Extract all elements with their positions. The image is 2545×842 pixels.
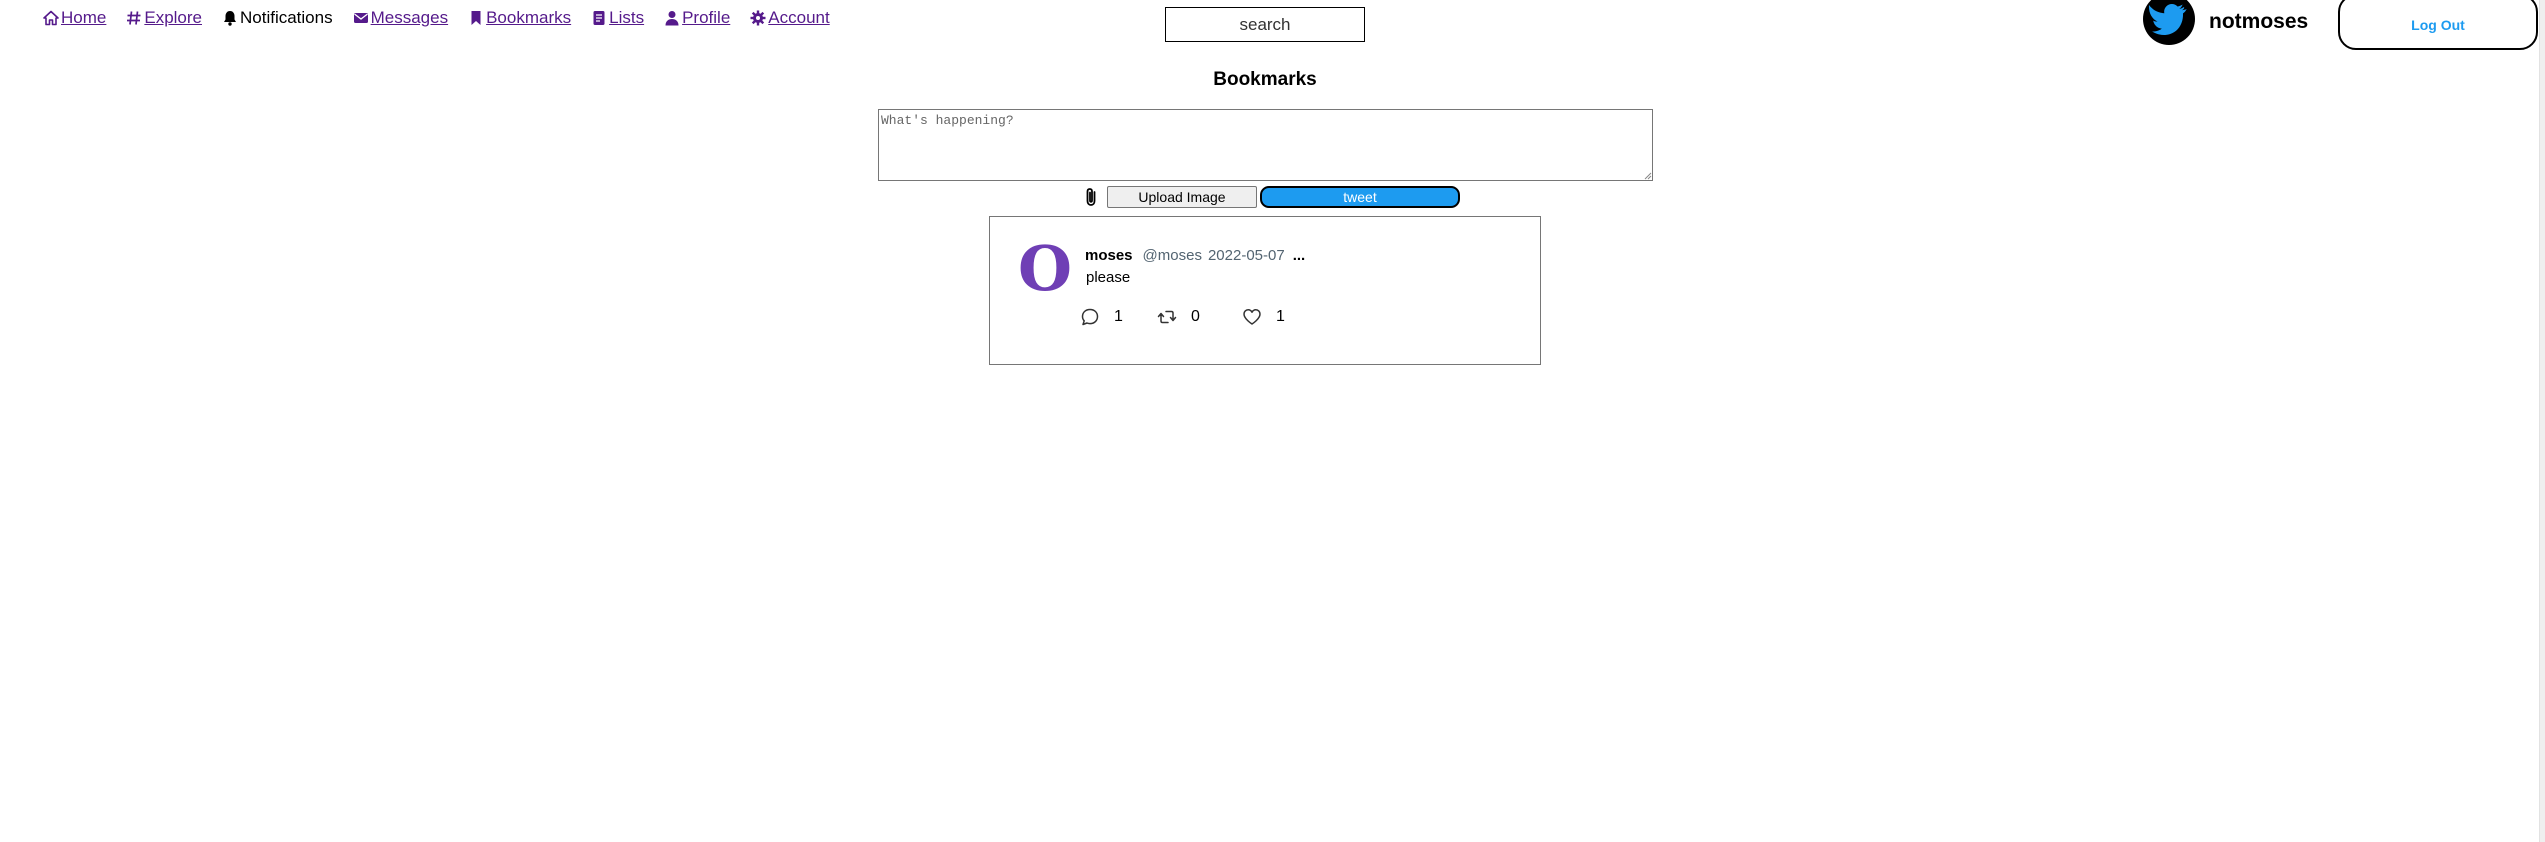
nav-notifications-link[interactable]: Notifications (222, 8, 333, 28)
logout-button[interactable]: Log Out (2338, 0, 2538, 50)
twitter-bird-logo-icon (2143, 0, 2195, 45)
tweet-author-name[interactable]: moses (1085, 247, 1133, 264)
page-scrollbar[interactable] (2539, 0, 2545, 842)
nav-messages-link[interactable]: Messages (353, 8, 448, 28)
home-icon (43, 10, 59, 26)
nav-lists-link[interactable]: Lists (591, 8, 644, 28)
nav-profile-label: Profile (682, 8, 731, 27)
retweet-button[interactable]: 0 (1157, 307, 1242, 327)
nav-home-link[interactable]: Home (43, 8, 106, 28)
retweet-icon (1157, 310, 1177, 324)
compose-actions: Upload Image tweet (1081, 186, 1460, 208)
tweet-header: moses @moses 2022-05-07 ... (1085, 247, 1305, 264)
tweet-date: 2022-05-07 (1207, 247, 1285, 264)
tweet-text: please (1086, 269, 1131, 286)
tweet-card[interactable]: O moses @moses 2022-05-07 ... please 1 0… (989, 216, 1541, 365)
tweet-compose-textarea[interactable] (878, 109, 1653, 181)
textarea-resize-grip-icon[interactable] (1644, 172, 1652, 180)
tweet-author-handle[interactable]: @moses (1143, 247, 1202, 264)
bookmark-icon (471, 11, 481, 25)
heart-icon (1243, 309, 1261, 325)
current-username: notmoses (2209, 10, 2309, 33)
search-input[interactable] (1165, 7, 1365, 42)
reply-count: 1 (1114, 308, 1123, 325)
tweet-more-button[interactable]: ... (1293, 247, 1306, 264)
attachment-button[interactable] (1081, 186, 1101, 208)
nav-explore-link[interactable]: Explore (126, 8, 202, 28)
nav-account-label: Account (768, 8, 830, 27)
page-title: Bookmarks (1213, 69, 1317, 90)
avatar[interactable]: O (1017, 232, 1073, 305)
nav-notifications-label: Notifications (240, 8, 333, 27)
like-button[interactable]: 1 (1242, 307, 1285, 327)
nav-bookmarks-label: Bookmarks (486, 8, 572, 27)
nav-profile-link[interactable]: Profile (664, 8, 730, 28)
user-icon (665, 11, 679, 26)
bell-icon (224, 11, 236, 26)
reply-button[interactable]: 1 (1080, 307, 1157, 327)
tweet-submit-button[interactable]: tweet (1260, 186, 1460, 208)
nav-account-link[interactable]: Account (750, 8, 830, 28)
hashtag-icon (127, 11, 141, 25)
retweet-count: 0 (1191, 308, 1200, 325)
paperclip-icon (1086, 188, 1096, 206)
envelope-icon (353, 13, 368, 23)
tweet-actions: 1 0 1 (1080, 307, 1285, 327)
nav-explore-label: Explore (144, 8, 202, 27)
nav-home-label: Home (61, 8, 107, 27)
nav-lists-label: Lists (609, 8, 645, 27)
upload-image-button[interactable]: Upload Image (1107, 186, 1257, 208)
nav-messages-label: Messages (370, 8, 449, 27)
gear-icon (750, 10, 766, 26)
reply-icon (1081, 308, 1099, 326)
list-icon (593, 11, 605, 25)
main-nav: Home Explore Notifications Messages Book… (43, 8, 830, 28)
like-count: 1 (1276, 308, 1285, 325)
nav-bookmarks-link[interactable]: Bookmarks (468, 8, 571, 28)
avatar-letter: O (1017, 232, 1072, 305)
